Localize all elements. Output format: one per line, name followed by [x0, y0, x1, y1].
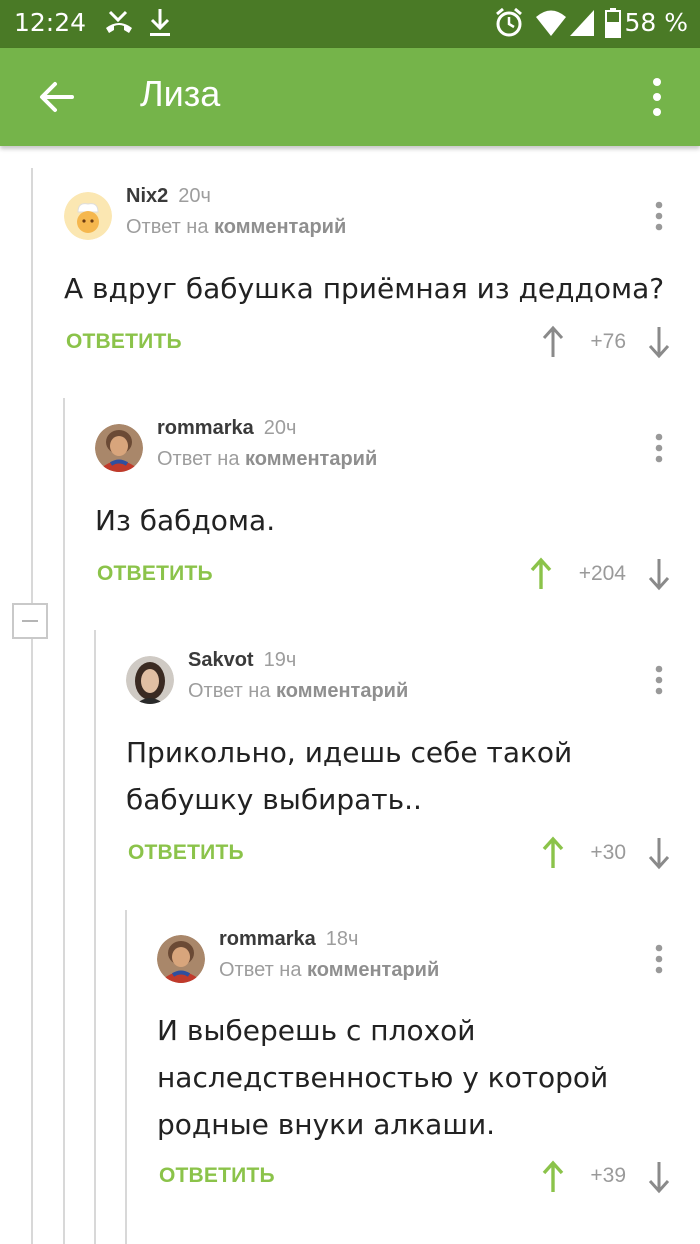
downvote-arrow-icon[interactable]	[647, 325, 671, 359]
avatar[interactable]	[126, 656, 174, 704]
reply-to-link[interactable]: комментарий	[307, 959, 439, 981]
comment: Sakvot 19ч Ответ на комментарий Прикольно…	[126, 649, 700, 876]
upvote-arrow-icon[interactable]	[529, 557, 553, 591]
avatar[interactable]	[64, 192, 112, 240]
comment-rating: +76	[590, 330, 626, 353]
comment-author[interactable]: rommarka 18ч	[219, 928, 358, 951]
arrow-back-icon[interactable]	[36, 77, 76, 117]
comment-menu-icon[interactable]	[654, 664, 664, 696]
comment-author[interactable]: Nix2 20ч	[126, 185, 211, 208]
avatar[interactable]	[95, 424, 143, 472]
reply-button[interactable]: ОТВЕТИТЬ	[66, 330, 182, 354]
app-bar: Лиза	[0, 48, 700, 146]
status-bar: 12:24 58 %	[0, 0, 700, 48]
alarm-icon	[494, 6, 524, 44]
collapse-thread-button[interactable]	[12, 603, 48, 639]
comment-author[interactable]: Sakvot 19ч	[188, 649, 296, 672]
signal-icon	[568, 6, 596, 44]
reply-to-info: Ответ на комментарий	[157, 448, 378, 470]
thread-line	[94, 630, 96, 1244]
reply-to-link[interactable]: комментарий	[245, 448, 377, 470]
downvote-arrow-icon[interactable]	[647, 1160, 671, 1194]
thread-line	[63, 398, 65, 1244]
downvote-arrow-icon[interactable]	[647, 557, 671, 591]
reply-button[interactable]: ОТВЕТИТЬ	[159, 1164, 275, 1188]
comment-text: Прикольно, идешь себе такой бабушку выби…	[126, 736, 573, 816]
reply-to-link[interactable]: комментарий	[276, 680, 408, 702]
more-vert-icon[interactable]	[646, 74, 668, 120]
wifi-icon	[534, 6, 568, 44]
comment-rating: +204	[578, 562, 626, 585]
comment-time: 19ч	[263, 649, 297, 671]
comment: rommarka 20ч Ответ на комментарий Из бабд…	[95, 417, 700, 604]
downvote-arrow-icon[interactable]	[647, 836, 671, 870]
download-icon	[146, 6, 174, 44]
reply-to-info: Ответ на комментарий	[126, 216, 347, 238]
comment-time: 20ч	[263, 417, 297, 439]
battery-percent: 58 %	[624, 8, 688, 37]
comment-rating: +39	[590, 1164, 626, 1187]
comment-menu-icon[interactable]	[654, 200, 664, 232]
comment-text: А вдруг бабушка приёмная из деддома?	[64, 272, 665, 305]
reply-to-link[interactable]: комментарий	[214, 216, 346, 238]
missed-call-icon	[102, 6, 136, 44]
comment-text: Из бабдома.	[95, 504, 276, 537]
comment-menu-icon[interactable]	[654, 432, 664, 464]
comment: Nix2 20ч Ответ на комментарий А вдруг баб…	[64, 185, 700, 372]
thread-line	[31, 168, 33, 1244]
battery-icon	[604, 6, 622, 44]
thread-line	[125, 910, 127, 1244]
comment-rating: +30	[590, 841, 626, 864]
comment-menu-icon[interactable]	[654, 943, 664, 975]
comment-text: И выберешь с плохой наследственностью у …	[157, 1014, 609, 1141]
reply-button[interactable]: ОТВЕТИТЬ	[97, 562, 213, 586]
reply-to-info: Ответ на комментарий	[219, 959, 440, 981]
comment-time: 18ч	[325, 928, 359, 950]
avatar[interactable]	[157, 935, 205, 983]
status-time: 12:24	[14, 8, 87, 37]
comment-time: 20ч	[178, 185, 211, 207]
reply-to-info: Ответ на комментарий	[188, 680, 409, 702]
comment-author[interactable]: rommarka 20ч	[157, 417, 296, 440]
reply-button[interactable]: ОТВЕТИТЬ	[128, 841, 244, 865]
comment: rommarka 18ч Ответ на комментарий И выбер…	[157, 928, 700, 1205]
page-title: Лиза	[140, 73, 221, 114]
